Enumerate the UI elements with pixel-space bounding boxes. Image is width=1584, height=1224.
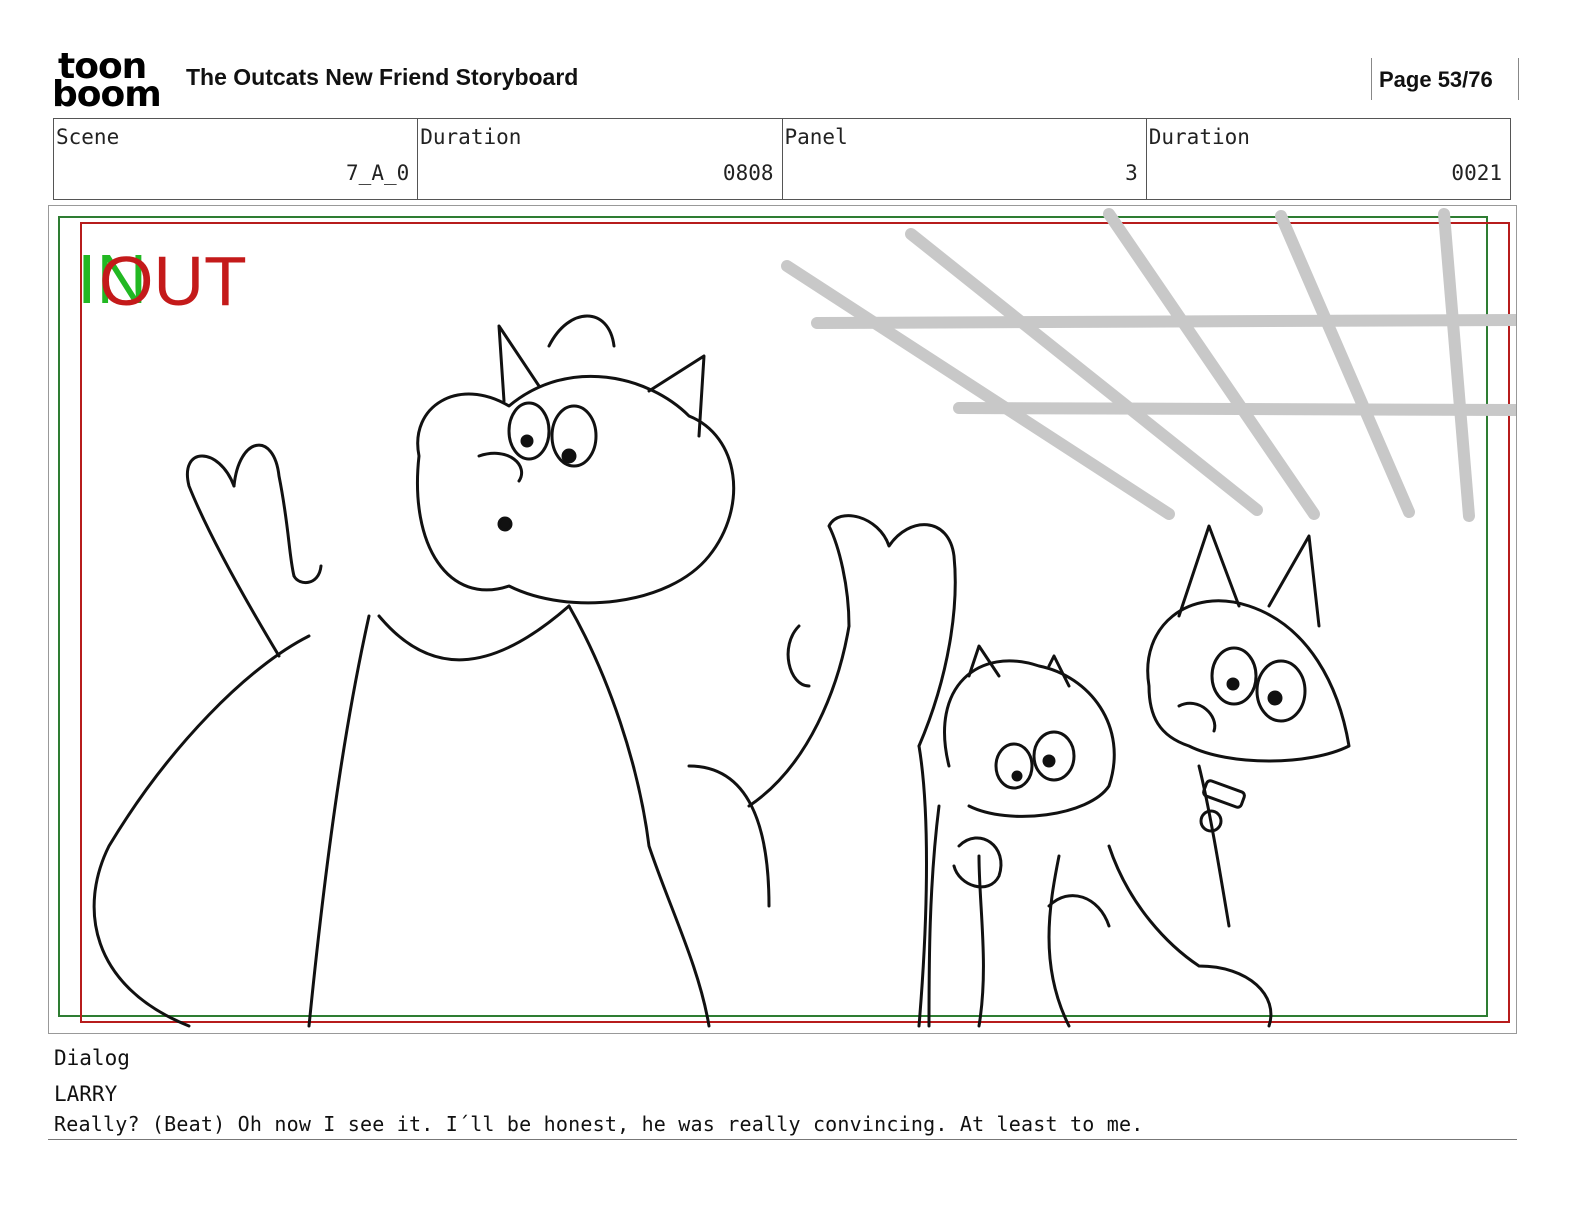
out-marker: OUT [99,242,247,320]
panel-drawing [58,208,1516,1028]
panel-duration-cell: Duration 0021 [1145,119,1510,199]
scene-duration-value: 0808 [722,161,774,185]
dialog-section: Dialog LARRY Really? (Beat) Oh now I see… [48,1036,1517,1140]
out-frame-border [80,222,1510,1023]
scene-duration-label: Duration [420,125,522,149]
small-cats-sketch [927,524,1351,1028]
dialog-label: Dialog [54,1046,130,1070]
page-number: Page 53/76 [1379,67,1493,92]
dialog-line: Really? (Beat) Oh now I see it. I´ll be … [54,1112,1144,1136]
storyboard-title: The Outcats New Friend Storyboard [186,64,579,90]
panel-value: 3 [1125,161,1138,185]
storyboard-panel: IN OUT [48,205,1517,1034]
big-cat-sketch [92,314,957,1028]
panel-duration-value: 0021 [1451,161,1502,185]
panel-cell: Panel 3 [781,119,1146,199]
panel-duration-label: Duration [1148,125,1250,149]
scene-value: 7_A_0 [346,161,410,185]
logo-line-2: boom [52,74,162,115]
scene-cell: Scene 7_A_0 [54,119,417,199]
scene-info-table: Scene 7_A_0 Duration 0808 Panel 3 Durati… [53,118,1511,200]
toonboom-logo: toon boom [52,49,162,115]
scene-label: Scene [56,125,120,149]
page-indicator: Page 53/76 [1371,58,1519,100]
window-bars-sketch [781,208,1516,522]
dialog-character: LARRY [54,1082,118,1106]
scene-duration-cell: Duration 0808 [417,119,781,199]
panel-label: Panel [784,125,848,149]
